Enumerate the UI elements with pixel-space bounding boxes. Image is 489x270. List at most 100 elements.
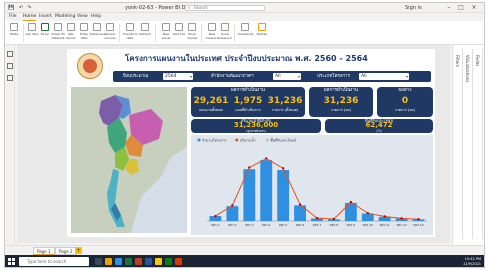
- quick-measure-button[interactable]: Quick measure: [218, 23, 232, 41]
- line-marker[interactable]: [265, 157, 268, 160]
- save-icon[interactable]: 💾: [8, 4, 14, 12]
- summary-total-label: แผนงานทั้งหมด: [199, 108, 223, 112]
- tab-file[interactable]: File: [9, 14, 17, 20]
- chevron-down-icon: ▾: [189, 74, 192, 79]
- search-input[interactable]: ⌕ Search: [185, 5, 265, 11]
- fields-pane[interactable]: Fields: [473, 49, 483, 239]
- tab-page-1[interactable]: Page 1: [33, 247, 55, 255]
- line-marker[interactable]: [298, 203, 302, 206]
- powerpoint-icon[interactable]: [135, 258, 142, 265]
- line-marker[interactable]: [231, 204, 234, 207]
- ribbon: Paste Get data Excel Power BI datasets S…: [5, 21, 484, 45]
- summary-card: ผลการดำเนินงาน 29,261 แผนงานทั้งหมด 1,97…: [191, 87, 305, 117]
- task-view-icon[interactable]: [95, 258, 102, 265]
- sql-button[interactable]: SQL Server: [66, 23, 76, 41]
- data-view-icon[interactable]: [7, 63, 13, 69]
- thailand-map[interactable]: [71, 87, 187, 233]
- x-tick-label: ทดร.5: [279, 223, 287, 227]
- tab-help[interactable]: Help: [91, 14, 101, 20]
- table-icon: [80, 23, 88, 31]
- search-icon: ⌕: [188, 5, 191, 10]
- region-filter-label: สำนักงานพัฒนาภาคฯ: [211, 74, 254, 79]
- enter-data-button[interactable]: Enter data: [79, 23, 89, 41]
- model-view-icon[interactable]: [7, 75, 13, 81]
- redo-icon[interactable]: ↷: [27, 4, 31, 12]
- close-button[interactable]: ×: [470, 4, 478, 11]
- text-box-button[interactable]: Text box: [173, 23, 185, 41]
- get-data-button[interactable]: Get data: [25, 23, 39, 41]
- publish-button[interactable]: Publish: [257, 23, 267, 41]
- bar[interactable]: [361, 213, 374, 221]
- app-window: 💾 ↶ ↷ yonk-02-63 - Power BI Desktop ⌕ Se…: [4, 2, 485, 268]
- agency-seal-logo: [77, 53, 103, 79]
- clock[interactable]: 10:42 PM 12/9/2021: [423, 257, 481, 266]
- view-rail: [5, 45, 15, 245]
- projects-by-region-chart[interactable]: จำนวนโครงการ ปริมาณน้ำ พื้นที่รับประโยชน์ …: [191, 135, 433, 235]
- result-label: รายการ (ผล): [331, 108, 351, 112]
- add-page-button[interactable]: +: [75, 247, 82, 254]
- paste-button[interactable]: Paste: [9, 23, 19, 41]
- minimize-button[interactable]: –: [445, 4, 453, 11]
- line-marker[interactable]: [281, 167, 285, 170]
- refresh-button[interactable]: Refresh: [139, 23, 151, 41]
- more-visuals-button[interactable]: More visuals: [187, 23, 197, 41]
- line-marker[interactable]: [248, 166, 251, 169]
- tab-modeling[interactable]: Modeling: [55, 14, 75, 20]
- transform-icon: [126, 23, 134, 31]
- line-marker[interactable]: [315, 216, 319, 220]
- region-filter-select[interactable]: All ▾: [273, 73, 301, 80]
- chrome-icon[interactable]: [175, 258, 182, 265]
- line-marker[interactable]: [214, 214, 217, 218]
- type-filter-label: ประเภทโครงการ: [317, 74, 350, 79]
- excel-button[interactable]: Excel: [40, 23, 50, 41]
- datasets-button[interactable]: Power BI datasets: [52, 23, 64, 41]
- filters-pane[interactable]: Filters: [453, 49, 463, 239]
- quick-measure-icon: [221, 23, 229, 31]
- recent-sources-button[interactable]: Recent sources: [104, 23, 116, 41]
- map-svg: [71, 87, 187, 233]
- tab-view[interactable]: View: [77, 14, 88, 20]
- summary-done-label: แผนที่ดำเนินการ: [235, 108, 261, 112]
- pending-card: ผลต่าง 0 รายการ (ผล): [377, 87, 433, 117]
- svg-text:ปริมาณน้ำ: ปริมาณน้ำ: [240, 138, 256, 143]
- bar[interactable]: [260, 160, 273, 221]
- word-icon[interactable]: [145, 258, 152, 265]
- line-marker[interactable]: [400, 217, 403, 220]
- summary-all-label: รายการ (ทั้งหมด): [271, 108, 299, 112]
- tab-home[interactable]: Home: [23, 14, 37, 21]
- excel-taskbar-icon[interactable]: [125, 258, 132, 265]
- windows-start-icon[interactable]: [8, 258, 15, 265]
- line-marker[interactable]: [349, 200, 353, 204]
- sensitivity-button[interactable]: Sensitivity: [238, 23, 254, 41]
- edge-icon[interactable]: [115, 258, 122, 265]
- x-tick-label: ทดร.6: [296, 223, 304, 227]
- benefit-area-label: (ไร่): [376, 128, 382, 133]
- file-explorer-icon[interactable]: [105, 258, 112, 265]
- undo-icon[interactable]: ↶: [19, 4, 23, 12]
- dataverse-icon: [93, 23, 101, 31]
- line-marker[interactable]: [332, 217, 336, 221]
- line-app-icon[interactable]: [165, 258, 172, 265]
- visualizations-pane[interactable]: Visualizations: [463, 49, 473, 239]
- report-view-icon[interactable]: [7, 51, 13, 57]
- paste-icon: [10, 23, 18, 31]
- line-marker[interactable]: [366, 211, 369, 215]
- tab-page-2[interactable]: Page 2: [55, 247, 77, 255]
- maximize-button[interactable]: □: [457, 4, 465, 11]
- powerbi-taskbar-icon[interactable]: [155, 258, 162, 265]
- new-measure-button[interactable]: New measure: [205, 23, 219, 41]
- type-filter-select[interactable]: All ▾: [359, 73, 409, 80]
- dataverse-button[interactable]: Dataverse: [90, 23, 105, 41]
- line-marker[interactable]: [417, 217, 420, 221]
- transform-data-button[interactable]: Transform data: [123, 23, 138, 41]
- taskbar: Type here to search 10:42 PM 12/9/2021: [5, 255, 484, 267]
- summary-card-title: ผลการดำเนินงาน: [230, 88, 265, 93]
- summary-done-value: 1,975: [233, 96, 263, 106]
- tab-insert[interactable]: Insert: [39, 14, 52, 20]
- text-icon: [175, 23, 183, 31]
- sign-in-link[interactable]: Sign in: [405, 4, 422, 12]
- taskbar-search-input[interactable]: Type here to search: [19, 257, 89, 266]
- new-visual-button[interactable]: New visual: [161, 23, 171, 41]
- year-filter-select[interactable]: 2564 ▾: [163, 73, 193, 80]
- line-marker[interactable]: [383, 215, 386, 218]
